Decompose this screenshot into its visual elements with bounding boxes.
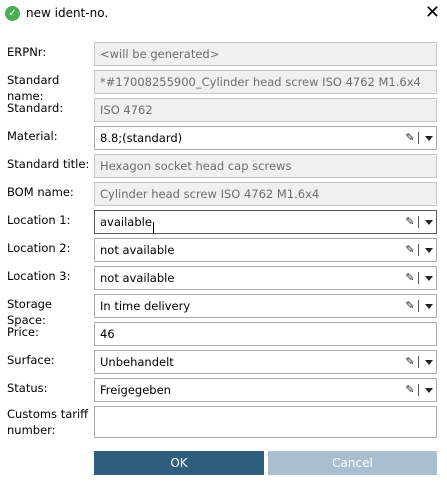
location3-select[interactable]: not available ✎ bbox=[94, 266, 437, 290]
standard-title-field: Hexagon socket head cap screws bbox=[94, 154, 437, 178]
material-value: 8.8;(standard) bbox=[100, 131, 183, 145]
location3-label: Location 3: bbox=[7, 269, 71, 283]
standard-title-value: Hexagon socket head cap screws bbox=[100, 159, 292, 173]
divider bbox=[418, 244, 419, 256]
location2-label: Location 2: bbox=[7, 241, 71, 255]
status-label: Status: bbox=[7, 381, 48, 395]
pencil-icon[interactable]: ✎ bbox=[403, 239, 417, 261]
pencil-icon[interactable]: ✎ bbox=[403, 351, 417, 373]
chevron-down-icon[interactable] bbox=[425, 248, 433, 253]
customs-tariff-label: Customs tariff number: bbox=[7, 406, 93, 438]
text-caret bbox=[152, 222, 154, 233]
price-input[interactable]: 46 bbox=[94, 322, 437, 346]
close-icon[interactable]: ✕ bbox=[425, 2, 440, 24]
standard-label: Standard: bbox=[7, 101, 64, 115]
divider bbox=[418, 356, 419, 368]
storage-space-select[interactable]: In time delivery ✎ bbox=[94, 294, 437, 318]
pencil-icon[interactable]: ✎ bbox=[403, 295, 417, 317]
window-title: new ident-no. bbox=[26, 6, 109, 20]
status-value: Freigegeben bbox=[100, 383, 171, 397]
storage-space-value: In time delivery bbox=[100, 299, 191, 313]
bom-name-field: Cylinder head screw ISO 4762 M1.6x4 bbox=[94, 182, 437, 206]
material-label: Material: bbox=[7, 129, 58, 143]
erpnr-value: <will be generated> bbox=[100, 47, 220, 61]
pencil-icon[interactable]: ✎ bbox=[403, 211, 417, 233]
location1-select[interactable]: available ✎ bbox=[94, 210, 437, 234]
material-select[interactable]: 8.8;(standard) ✎ bbox=[94, 126, 437, 150]
location2-value: not available bbox=[100, 243, 175, 257]
standard-title-label: Standard title: bbox=[7, 157, 90, 171]
customs-tariff-label-line2: number: bbox=[7, 423, 56, 437]
customs-tariff-input[interactable] bbox=[94, 406, 437, 438]
bom-name-value: Cylinder head screw ISO 4762 M1.6x4 bbox=[100, 187, 320, 201]
pencil-icon[interactable]: ✎ bbox=[403, 379, 417, 401]
pencil-icon[interactable]: ✎ bbox=[403, 127, 417, 149]
erpnr-field: <will be generated> bbox=[94, 42, 437, 66]
surface-value: Unbehandelt bbox=[100, 355, 174, 369]
chevron-down-icon[interactable] bbox=[425, 388, 433, 393]
standard-value: ISO 4762 bbox=[100, 103, 153, 117]
ok-button[interactable]: OK bbox=[94, 451, 264, 475]
divider bbox=[418, 216, 419, 228]
bom-name-label: BOM name: bbox=[7, 185, 74, 199]
chevron-down-icon[interactable] bbox=[425, 220, 433, 225]
divider bbox=[418, 300, 419, 312]
status-select[interactable]: Freigegeben ✎ bbox=[94, 378, 437, 402]
location1-value: available bbox=[100, 215, 152, 229]
erpnr-label: ERPNr: bbox=[7, 45, 47, 59]
location1-label: Location 1: bbox=[7, 213, 71, 227]
surface-select[interactable]: Unbehandelt ✎ bbox=[94, 350, 437, 374]
location2-select[interactable]: not available ✎ bbox=[94, 238, 437, 262]
title-bar: ✓ new ident-no. ✕ bbox=[0, 0, 447, 28]
divider bbox=[418, 272, 419, 284]
location3-value: not available bbox=[100, 271, 175, 285]
divider bbox=[418, 132, 419, 144]
chevron-down-icon[interactable] bbox=[425, 304, 433, 309]
chevron-down-icon[interactable] bbox=[425, 276, 433, 281]
chevron-down-icon[interactable] bbox=[425, 136, 433, 141]
price-label: Price: bbox=[7, 325, 39, 339]
surface-label: Surface: bbox=[7, 353, 55, 367]
pencil-icon[interactable]: ✎ bbox=[403, 267, 417, 289]
standard-name-field: *#17008255900_Cylinder head screw ISO 47… bbox=[94, 70, 437, 94]
app-icon: ✓ bbox=[5, 6, 20, 21]
standard-field: ISO 4762 bbox=[94, 98, 437, 122]
cancel-button[interactable]: Cancel bbox=[268, 451, 437, 475]
divider bbox=[418, 384, 419, 396]
standard-name-value: *#17008255900_Cylinder head screw ISO 47… bbox=[100, 75, 421, 89]
customs-tariff-label-line1: Customs tariff bbox=[7, 407, 89, 421]
chevron-down-icon[interactable] bbox=[425, 360, 433, 365]
price-value: 46 bbox=[100, 327, 115, 341]
